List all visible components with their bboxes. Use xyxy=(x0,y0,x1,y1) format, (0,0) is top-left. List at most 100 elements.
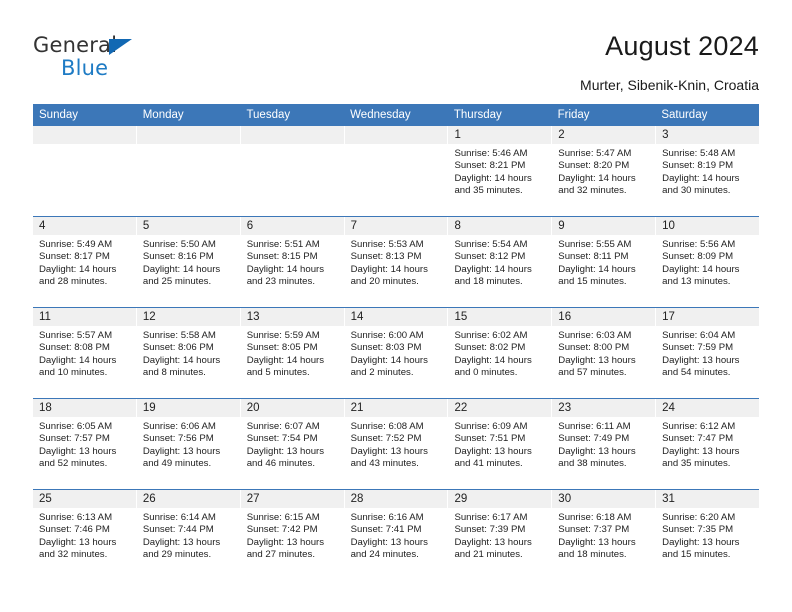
weekday-header-monday: Monday xyxy=(142,109,184,121)
sunrise-text: Sunrise: 5:46 AM xyxy=(454,148,528,159)
sunrise-text: Sunrise: 6:11 AM xyxy=(558,421,631,432)
sunrise-text: Sunrise: 6:20 AM xyxy=(662,512,736,523)
calendar-day-cell[interactable]: 9 Sunrise: 5:55 AM Sunset: 8:11 PM Daylight… xyxy=(552,217,657,307)
calendar-day-cell[interactable]: 5 Sunrise: 5:50 AM Sunset: 8:16 PM Daylight… xyxy=(136,217,241,307)
calendar-day-cell[interactable]: 28 Sunrise: 6:16 AM Sunset: 7:41 PM Dayligh… xyxy=(344,490,449,580)
day-sun-info: Sunrise: 5:57 AM Sunset: 8:08 PM Daylight:… xyxy=(33,326,136,380)
day-sun-info: Sunrise: 5:51 AM Sunset: 8:15 PM Daylight:… xyxy=(241,235,344,289)
calendar-day-cell[interactable]: 29 Sunrise: 6:17 AM Sunset: 7:39 PM Dayligh… xyxy=(448,490,553,580)
calendar-day-cell[interactable]: 24 Sunrise: 6:12 AM Sunset: 7:47 PM Dayligh… xyxy=(656,399,760,489)
day-sun-info: Sunrise: 5:59 AM Sunset: 8:05 PM Daylight:… xyxy=(241,326,344,380)
weekday-header-wednesday: Wednesday xyxy=(350,109,411,121)
sunrise-text: Sunrise: 5:57 AM xyxy=(39,330,113,341)
daylight-text: Daylight: 14 hours and 20 minutes. xyxy=(350,263,428,288)
sunset-text: Sunset: 7:54 PM xyxy=(246,433,318,445)
day-sun-info: Sunrise: 5:46 AM Sunset: 8:21 PM Daylight:… xyxy=(448,144,551,198)
day-number: 12 xyxy=(136,308,240,326)
calendar-day-cell[interactable]: 2 Sunrise: 5:47 AM Sunset: 8:20 PM Daylight… xyxy=(552,126,657,216)
page-subtitle: Murter, Sibenik-Knin, Croatia xyxy=(580,77,759,93)
day-number: 7 xyxy=(344,217,448,235)
day-number: 18 xyxy=(33,399,136,417)
calendar-day-cell[interactable]: 8 Sunrise: 5:54 AM Sunset: 8:12 PM Daylight… xyxy=(448,217,553,307)
day-number: 2 xyxy=(552,126,656,144)
daylight-text: Daylight: 13 hours and 18 minutes. xyxy=(558,536,636,561)
calendar-day-cell[interactable]: 6 Sunrise: 5:51 AM Sunset: 8:15 PM Daylight… xyxy=(240,217,345,307)
calendar-day-cell[interactable]: 14 Sunrise: 6:00 AM Sunset: 8:03 PM Dayligh… xyxy=(344,308,449,398)
day-number: 1 xyxy=(448,126,552,144)
daylight-text: Daylight: 13 hours and 54 minutes. xyxy=(662,354,740,379)
calendar-day-cell[interactable]: 11 Sunrise: 5:57 AM Sunset: 8:08 PM Dayligh… xyxy=(33,308,137,398)
sunset-text: Sunset: 8:17 PM xyxy=(39,251,110,263)
sunrise-text: Sunrise: 5:58 AM xyxy=(142,330,216,341)
calendar-day-cell[interactable]: 17 Sunrise: 6:04 AM Sunset: 7:59 PM Dayligh… xyxy=(656,308,760,398)
calendar-day-cell[interactable]: 3 Sunrise: 5:48 AM Sunset: 8:19 PM Daylight… xyxy=(656,126,760,216)
sunset-text: Sunset: 8:11 PM xyxy=(558,251,629,263)
calendar-day-cell[interactable]: 12 Sunrise: 5:58 AM Sunset: 8:06 PM Dayligh… xyxy=(136,308,241,398)
weekday-header-row: Sunday Monday Tuesday Wednesday Thursday… xyxy=(33,104,759,126)
day-number: 23 xyxy=(552,399,656,417)
sunrise-text: Sunrise: 6:18 AM xyxy=(558,512,632,523)
daylight-text: Daylight: 14 hours and 18 minutes. xyxy=(454,263,532,288)
calendar-day-cell[interactable]: 25 Sunrise: 6:13 AM Sunset: 7:46 PM Dayligh… xyxy=(33,490,137,580)
calendar-day-cell[interactable]: 13 Sunrise: 5:59 AM Sunset: 8:05 PM Dayligh… xyxy=(240,308,345,398)
sunset-text: Sunset: 8:09 PM xyxy=(662,251,734,263)
page-header: General Blue August 2024 Murter, Sibenik… xyxy=(0,0,792,100)
day-number: 15 xyxy=(448,308,552,326)
sunset-text: Sunset: 7:57 PM xyxy=(39,433,110,445)
calendar-day-cell[interactable]: 31 Sunrise: 6:20 AM Sunset: 7:35 PM Dayligh… xyxy=(656,490,760,580)
sunset-text: Sunset: 7:51 PM xyxy=(454,433,526,445)
sunset-text: Sunset: 8:16 PM xyxy=(142,251,214,263)
sunrise-text: Sunrise: 6:16 AM xyxy=(350,512,424,523)
calendar-day-cell[interactable]: 7 Sunrise: 5:53 AM Sunset: 8:13 PM Daylight… xyxy=(344,217,449,307)
day-number: 29 xyxy=(448,490,552,508)
daylight-text: Daylight: 13 hours and 27 minutes. xyxy=(246,536,325,561)
weekday-header-tuesday: Tuesday xyxy=(246,109,291,121)
calendar-day-cell[interactable]: 23 Sunrise: 6:11 AM Sunset: 7:49 PM Dayligh… xyxy=(552,399,657,489)
daylight-text: Daylight: 14 hours and 10 minutes. xyxy=(39,354,117,379)
calendar-day-cell[interactable]: 10 Sunrise: 5:56 AM Sunset: 8:09 PM Dayligh… xyxy=(656,217,760,307)
sunrise-text: Sunrise: 5:47 AM xyxy=(558,148,632,159)
sunrise-text: Sunrise: 6:02 AM xyxy=(454,330,528,341)
calendar-week-row: 4 Sunrise: 5:49 AM Sunset: 8:17 PM Daylight… xyxy=(33,216,760,307)
calendar-day-cell[interactable]: 15 Sunrise: 6:02 AM Sunset: 8:02 PM Dayligh… xyxy=(448,308,553,398)
daylight-text: Daylight: 13 hours and 35 minutes. xyxy=(662,445,740,470)
calendar-day-cell[interactable]: 4 Sunrise: 5:49 AM Sunset: 8:17 PM Daylight… xyxy=(33,217,137,307)
day-number: 27 xyxy=(240,490,344,508)
calendar-day-cell[interactable]: 30 Sunrise: 6:18 AM Sunset: 7:37 PM Dayligh… xyxy=(552,490,657,580)
daylight-text: Daylight: 13 hours and 21 minutes. xyxy=(454,536,532,561)
calendar-day-cell[interactable]: 22 Sunrise: 6:09 AM Sunset: 7:51 PM Dayligh… xyxy=(448,399,553,489)
sunrise-text: Sunrise: 5:53 AM xyxy=(350,239,424,250)
day-number: 5 xyxy=(136,217,240,235)
day-sun-info: Sunrise: 5:48 AM Sunset: 8:19 PM Daylight:… xyxy=(656,144,759,198)
calendar-day-cell[interactable]: 16 Sunrise: 6:03 AM Sunset: 8:00 PM Dayligh… xyxy=(552,308,657,398)
calendar-day-cell[interactable]: 18 Sunrise: 6:05 AM Sunset: 7:57 PM Dayligh… xyxy=(33,399,137,489)
calendar-day-cell[interactable]: 19 Sunrise: 6:06 AM Sunset: 7:56 PM Dayligh… xyxy=(136,399,241,489)
calendar-day-cell[interactable]: 20 Sunrise: 6:07 AM Sunset: 7:54 PM Dayligh… xyxy=(240,399,345,489)
sunrise-text: Sunrise: 5:49 AM xyxy=(39,239,113,250)
sunrise-text: Sunrise: 5:59 AM xyxy=(246,330,320,341)
sunset-text: Sunset: 7:39 PM xyxy=(454,524,526,536)
day-sun-info: Sunrise: 6:18 AM Sunset: 7:37 PM Daylight:… xyxy=(552,508,655,562)
daylight-text: Daylight: 14 hours and 35 minutes. xyxy=(454,172,532,197)
sunset-text: Sunset: 8:05 PM xyxy=(246,342,318,354)
day-sun-info: Sunrise: 6:07 AM Sunset: 7:54 PM Daylight:… xyxy=(241,417,344,471)
day-number: 21 xyxy=(344,399,448,417)
sunset-text: Sunset: 7:37 PM xyxy=(558,524,630,536)
calendar-day-cell[interactable]: 27 Sunrise: 6:15 AM Sunset: 7:42 PM Dayligh… xyxy=(240,490,345,580)
calendar-day-cell[interactable]: 1 Sunrise: 5:46 AM Sunset: 8:21 PM Daylight… xyxy=(448,126,553,216)
daylight-text: Daylight: 13 hours and 29 minutes. xyxy=(142,536,221,561)
day-sun-info: Sunrise: 6:02 AM Sunset: 8:02 PM Daylight:… xyxy=(448,326,551,380)
sunset-text: Sunset: 7:41 PM xyxy=(350,524,422,536)
calendar-day-cell[interactable]: 26 Sunrise: 6:14 AM Sunset: 7:44 PM Dayligh… xyxy=(136,490,241,580)
day-number: 31 xyxy=(656,490,760,508)
generalblue-logo[interactable]: General Blue xyxy=(33,33,233,83)
calendar-day-cell[interactable]: 21 Sunrise: 6:08 AM Sunset: 7:52 PM Dayligh… xyxy=(344,399,449,489)
sunrise-text: Sunrise: 6:00 AM xyxy=(350,330,424,341)
day-sun-info: Sunrise: 6:11 AM Sunset: 7:49 PM Daylight:… xyxy=(552,417,655,471)
calendar-week-row: 11 Sunrise: 5:57 AM Sunset: 8:08 PM Dayligh… xyxy=(33,307,760,398)
sunrise-text: Sunrise: 6:14 AM xyxy=(142,512,216,523)
day-sun-info: Sunrise: 5:50 AM Sunset: 8:16 PM Daylight:… xyxy=(137,235,240,289)
daylight-text: Daylight: 14 hours and 25 minutes. xyxy=(142,263,221,288)
calendar-day-cell-empty xyxy=(344,126,449,216)
day-number: 17 xyxy=(656,308,760,326)
